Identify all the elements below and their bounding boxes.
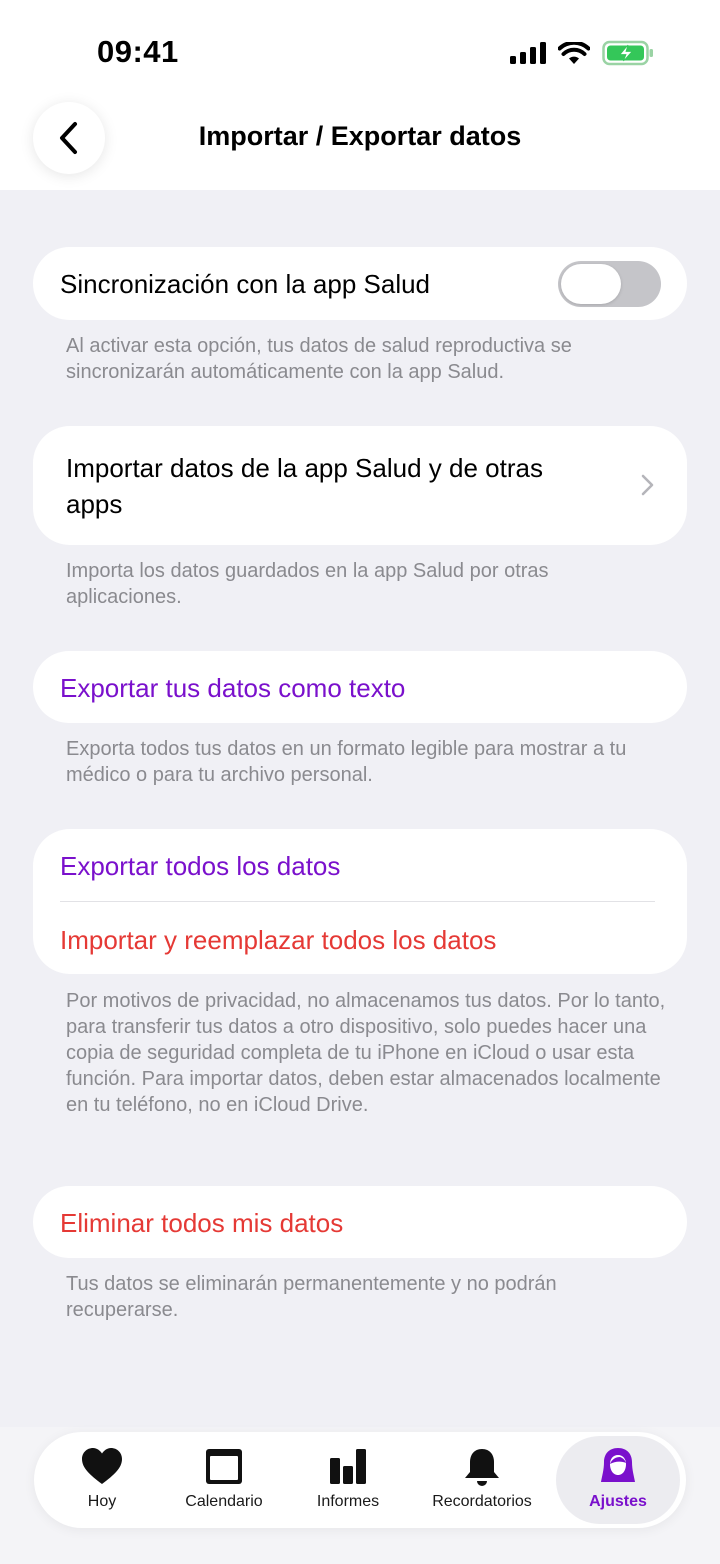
tab-calendario[interactable]: 11 Calendario [170,1432,278,1528]
export-all-button[interactable]: Exportar todos los datos [60,851,340,882]
tab-label: Hoy [87,1493,117,1510]
calendar-day-number: 11 [215,1458,233,1477]
tab-label: Ajustes [589,1493,647,1510]
bell-icon [465,1449,499,1486]
export-text-description: Exporta todos tus datos en un formato le… [66,738,627,786]
tab-informes[interactable]: Informes [300,1432,396,1528]
battery-icon [602,40,653,66]
delete-data-row[interactable]: Eliminar todos mis datos [33,1186,687,1258]
page-title: Importar / Exportar datos [198,121,522,151]
bar-chart-icon [330,1449,366,1484]
health-sync-row: Sincronización con la app Salud [33,247,687,320]
import-health-row[interactable]: Importar datos de la app Salud y de otra… [33,426,687,545]
backup-card: Exportar todos los datos Importar y reem… [33,829,687,974]
tab-ajustes[interactable]: Ajustes [556,1432,680,1528]
divider [60,901,655,902]
tab-bar: Hoy 11 Calendario Informes Recordatorios [34,1432,686,1528]
import-health-description: Importa los datos guardados en la app Sa… [66,560,549,608]
tab-label: Recordatorios [432,1493,532,1510]
heart-icon [82,1448,122,1484]
tab-recordatorios[interactable]: Recordatorios [420,1432,544,1528]
signal-icon [510,42,546,64]
wifi-icon [558,41,590,64]
export-text-label: Exportar tus datos como texto [60,673,406,703]
export-text-row[interactable]: Exportar tus datos como texto [33,651,687,723]
profile-icon [601,1448,635,1482]
health-sync-description: Al activar esta opción, tus datos de sal… [66,335,572,383]
top-bar: 09:41 Importar / Exportar datos [0,0,720,190]
import-replace-button[interactable]: Importar y reemplazar todos los datos [60,925,496,956]
tab-label: Calendario [185,1493,263,1510]
health-sync-toggle[interactable] [558,261,661,307]
toggle-knob [561,264,621,304]
health-sync-label: Sincronización con la app Salud [60,269,431,299]
delete-data-description: Tus datos se eliminarán permanentemente … [66,1273,557,1321]
import-health-label: Importar datos de la app Salud y de otra… [66,453,543,519]
backup-description: Por motivos de privacidad, no almacenamo… [66,990,666,1116]
tab-label: Informes [316,1493,380,1510]
chevron-right-icon [641,474,654,496]
tab-hoy[interactable]: Hoy [54,1432,150,1528]
delete-data-label: Eliminar todos mis datos [60,1208,344,1238]
status-time: 09:41 [97,34,179,69]
status-icons [510,38,654,68]
